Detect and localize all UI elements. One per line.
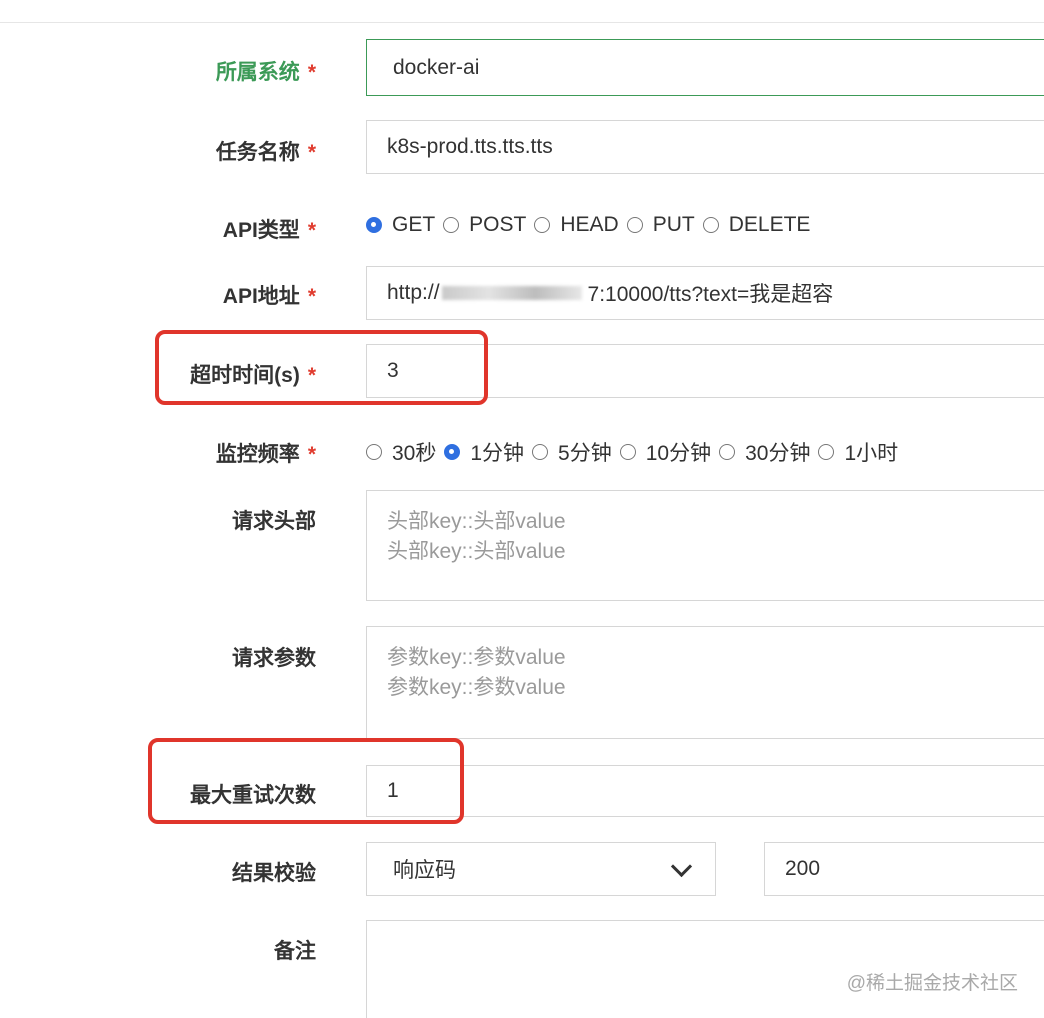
api-type-label: API类型 *	[222, 219, 316, 242]
api-type-radio-group: GET POST HEAD PUT DELETE	[366, 213, 818, 237]
required-mark: *	[307, 141, 316, 164]
radio-unchecked-icon[interactable]	[366, 444, 382, 460]
result-check-input[interactable]: 200	[764, 842, 1044, 896]
system-input[interactable]: docker-ai	[366, 39, 1044, 96]
remark-label: 备注	[274, 940, 316, 963]
headers-placeholder: 头部key::头部value 头部key::头部value	[387, 510, 566, 563]
task-name-input-value: k8s-prod.tts.tts.tts	[387, 135, 553, 158]
highlight-box-max-retry	[148, 738, 464, 824]
radio-unchecked-icon[interactable]	[532, 444, 549, 460]
required-mark: *	[307, 443, 316, 466]
api-type-option-delete[interactable]: DELETE	[702, 213, 819, 237]
redacted-ip-blur	[441, 286, 582, 300]
watermark: @稀土掘金技术社区	[846, 973, 1018, 994]
params-placeholder: 参数key::参数value 参数key::参数value	[387, 646, 566, 699]
headers-label: 请求头部	[232, 510, 316, 533]
chevron-down-icon	[670, 855, 693, 877]
api-type-option-post[interactable]: POST	[443, 213, 534, 237]
api-type-option-get[interactable]: GET	[366, 213, 443, 237]
frequency-option-30m[interactable]: 30分钟	[719, 437, 818, 467]
required-mark: *	[307, 219, 316, 242]
required-mark: *	[307, 285, 316, 308]
frequency-option-1h[interactable]: 1小时	[818, 437, 906, 467]
radio-unchecked-icon[interactable]	[719, 444, 736, 460]
top-divider	[0, 22, 1044, 23]
system-label: 所属系统 *	[215, 61, 316, 84]
api-url-input[interactable]: http:// 7:10000/tts?text=我是超容	[366, 266, 1044, 320]
headers-textarea[interactable]: 头部key::头部value 头部key::头部value	[366, 490, 1044, 601]
api-url-prefix: http://	[387, 281, 440, 304]
params-textarea[interactable]: 参数key::参数value 参数key::参数value	[366, 626, 1044, 739]
frequency-option-30s[interactable]: 30秒	[366, 437, 444, 467]
radio-unchecked-icon[interactable]	[619, 444, 636, 460]
task-name-input[interactable]: k8s-prod.tts.tts.tts	[366, 120, 1044, 174]
radio-checked-icon[interactable]	[366, 217, 382, 233]
required-mark: *	[307, 61, 316, 84]
radio-checked-icon[interactable]	[444, 444, 461, 460]
result-check-select[interactable]: 响应码	[366, 842, 716, 896]
frequency-label: 监控频率 *	[215, 443, 316, 466]
radio-unchecked-icon[interactable]	[443, 217, 460, 233]
radio-unchecked-icon[interactable]	[818, 444, 835, 460]
highlight-box-timeout	[155, 330, 488, 405]
result-check-select-value: 响应码	[393, 859, 456, 882]
api-type-option-head[interactable]: HEAD	[534, 213, 626, 237]
result-check-input-value: 200	[785, 857, 821, 880]
radio-unchecked-icon[interactable]	[702, 217, 719, 233]
api-type-option-put[interactable]: PUT	[626, 213, 703, 237]
api-url-suffix: 7:10000/tts?text=我是超容	[587, 283, 834, 306]
api-url-label: API地址 *	[222, 285, 316, 308]
radio-unchecked-icon[interactable]	[626, 217, 643, 233]
monitor-task-form: 所属系统 * docker-ai 任务名称 * k8s-prod.tts.tts.t…	[0, 0, 1044, 1018]
max-retry-input[interactable]: 1	[366, 765, 1044, 817]
params-label: 请求参数	[232, 647, 316, 670]
radio-unchecked-icon[interactable]	[534, 217, 551, 233]
frequency-option-5m[interactable]: 5分钟	[532, 437, 620, 467]
result-check-label: 结果校验	[232, 862, 316, 885]
frequency-option-1m[interactable]: 1分钟	[444, 437, 532, 467]
frequency-radio-group: 30秒 1分钟 5分钟 10分钟 30分钟 1小时	[366, 437, 906, 467]
task-name-label: 任务名称 *	[215, 141, 316, 164]
frequency-option-10m[interactable]: 10分钟	[619, 437, 719, 467]
system-input-value: docker-ai	[393, 55, 480, 79]
